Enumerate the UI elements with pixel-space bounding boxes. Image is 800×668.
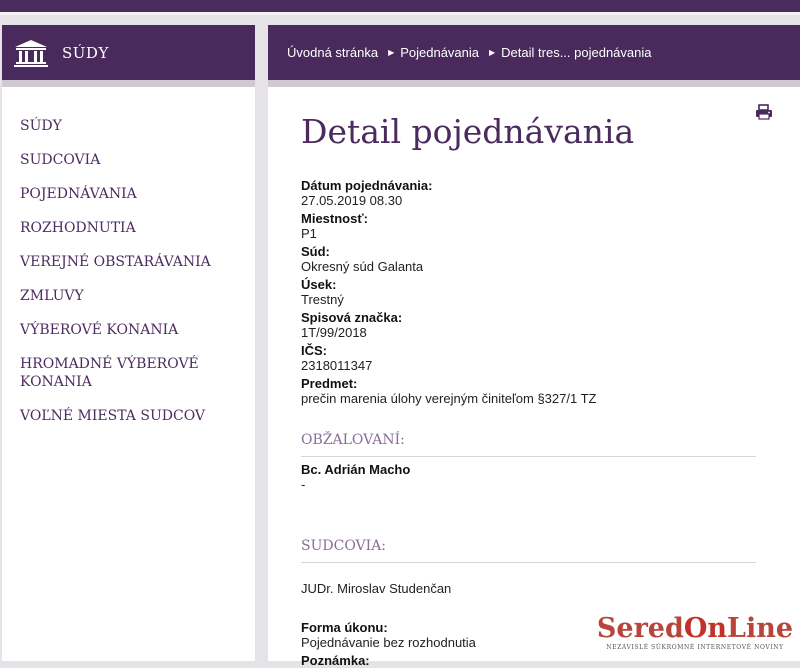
accused-detail: - xyxy=(301,477,306,492)
detail-fields: Dátum pojednávania: 27.05.2019 08.30 Mie… xyxy=(301,178,761,409)
accused-block: Bc. Adrián Macho - xyxy=(301,462,761,492)
sidebar-divider xyxy=(2,80,255,87)
field-label-miestnost: Miestnosť: xyxy=(301,211,368,226)
section-heading-sudcovia: SUDCOVIA: xyxy=(301,538,756,563)
caret-right-icon: ▶ xyxy=(388,48,395,57)
sidebar-nav: SÚDY SUDCOVIA POJEDNÁVANIA ROZHODNUTIA V… xyxy=(2,87,255,661)
nav-item-sudy[interactable]: SÚDY xyxy=(2,117,255,135)
top-bar xyxy=(0,0,800,12)
breadcrumb-pojednavania[interactable]: Pojednávania xyxy=(400,45,479,60)
judges-block: JUDr. Miroslav Studenčan xyxy=(301,581,761,596)
watermark-brand: SeredOnLine xyxy=(596,613,794,644)
watermark-tagline: NEZÁVISLÉ SÚKROMNÉ INTERNETOVÉ NOVINY xyxy=(606,644,784,651)
caret-right-icon: ▶ xyxy=(489,48,496,57)
nav-item-rozhodnutia[interactable]: ROZHODNUTIA xyxy=(2,219,255,237)
top-bar-line xyxy=(0,12,800,15)
nav-item-pojednavania[interactable]: POJEDNÁVANIA xyxy=(2,185,255,203)
nav-item-volne-miesta-sudcov[interactable]: VOĽNÉ MIESTA SUDCOV xyxy=(2,407,255,425)
field-value-ics: 2318011347 xyxy=(301,358,373,373)
breadcrumb: Úvodná stránka ▶ Pojednávania ▶ Detail t… xyxy=(268,25,800,80)
nav-item-hromadne-vyberove-konania[interactable]: HROMADNÉ VÝBEROVÉ KONANIA xyxy=(2,355,255,391)
main-divider xyxy=(268,80,800,87)
main-content: Detail pojednávania Dátum pojednávania: … xyxy=(268,87,800,668)
page-title: Detail pojednávania xyxy=(301,112,635,151)
nav-item-vyberove-konania[interactable]: VÝBEROVÉ KONANIA xyxy=(2,321,255,339)
sidebar-title: SÚDY xyxy=(62,43,109,62)
judge-name[interactable]: JUDr. Miroslav Studenčan xyxy=(301,581,761,596)
breadcrumb-current: Detail tres... pojednávania xyxy=(501,45,652,60)
breadcrumb-home[interactable]: Úvodná stránka xyxy=(287,45,378,60)
nav-item-sudcovia[interactable]: SUDCOVIA xyxy=(2,151,255,169)
field-value-datum: 27.05.2019 08.30 xyxy=(301,193,403,208)
nav-item-zmluvy[interactable]: ZMLUVY xyxy=(2,287,255,305)
section-heading-obzalovani: OBŽALOVANÍ: xyxy=(301,432,756,457)
field-value-usek: Trestný xyxy=(301,292,344,307)
nav-item-verejne-obstaravania[interactable]: VEREJNÉ OBSTARÁVANIA xyxy=(2,253,255,271)
field-value-predmet: prečin marenia úlohy verejným činiteľom … xyxy=(301,391,597,406)
courthouse-icon xyxy=(14,39,48,67)
field-label-spisova-znacka: Spisová značka: xyxy=(301,310,403,325)
field-label-ics: IČS: xyxy=(301,343,327,358)
field-label-datum: Dátum pojednávania: xyxy=(301,178,433,193)
print-icon[interactable] xyxy=(755,104,773,120)
field-label-usek: Úsek: xyxy=(301,277,337,292)
field-label-predmet: Predmet: xyxy=(301,376,358,391)
watermark-logo: SeredOnLine NEZÁVISLÉ SÚKROMNÉ INTERNETO… xyxy=(590,612,800,661)
field-label-sud: Súd: xyxy=(301,244,330,259)
sidebar-header: SÚDY xyxy=(2,25,255,80)
field-value-spisova-znacka: 1T/99/2018 xyxy=(301,325,367,340)
field-value-sud: Okresný súd Galanta xyxy=(301,259,424,274)
accused-name: Bc. Adrián Macho xyxy=(301,462,411,477)
field-value-miestnost: P1 xyxy=(301,226,317,241)
